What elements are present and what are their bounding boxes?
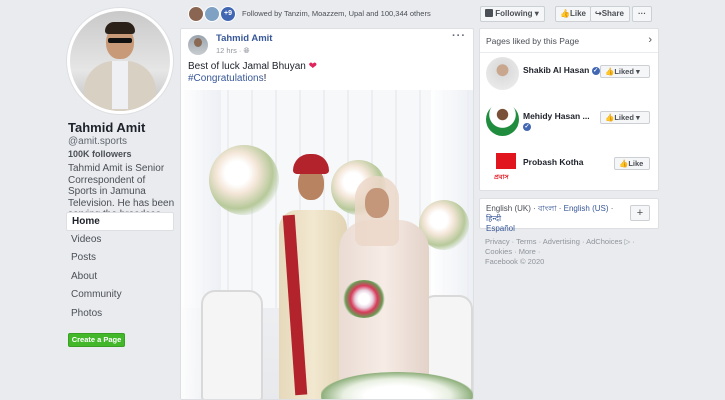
post-author[interactable]: Tahmid Amit (216, 33, 272, 44)
language-hindi[interactable]: हिन्दी (486, 214, 501, 223)
like-label: Like (628, 159, 644, 168)
mehidy-avatar[interactable] (486, 103, 519, 136)
more-friends-badge[interactable]: +9 (220, 6, 236, 22)
liked-page-name-text: Shakib Al Hasan (523, 65, 590, 75)
thumbs-up-icon: 👍 (605, 67, 615, 76)
post-photo[interactable] (181, 90, 473, 399)
language-bangla[interactable]: বাংলা (538, 204, 557, 213)
nav-item-videos[interactable]: Videos (66, 231, 174, 250)
page-action-bar: +9 Followed by Tanzim, Moazzem, Upal and… (180, 0, 660, 28)
liked-button[interactable]: 👍Liked ▾ (600, 111, 650, 124)
followed-by-text[interactable]: Followed by Tanzim, Moazzem, Upal and 10… (242, 9, 431, 18)
verified-icon: ✓ (591, 66, 600, 75)
thumbs-up-icon: 👍 (605, 113, 615, 122)
footer-line-2[interactable]: Cookies · More · (485, 247, 655, 257)
caret-down-icon: ▾ (636, 67, 640, 76)
share-label: Share (601, 9, 624, 18)
page-name[interactable]: Tahmid Amit (68, 120, 145, 135)
page-follow-icon (485, 9, 493, 17)
page-handle: @amit.sports (68, 136, 128, 147)
heart-icon: ❤ (308, 61, 318, 72)
liked-page-name[interactable]: Mehidy Hasan ... ✓ (523, 111, 590, 131)
nav-item-photos[interactable]: Photos (66, 305, 174, 324)
nav-item-posts[interactable]: Posts (66, 249, 174, 268)
globe-icon: 🌐︎ (243, 46, 250, 55)
like-button[interactable]: 👍Like (614, 157, 650, 170)
friend-avatar[interactable] (188, 6, 204, 22)
share-button[interactable]: ↪Share (590, 6, 630, 22)
hashtag-suffix: ! (263, 73, 267, 84)
liked-page-row: Mehidy Hasan ... ✓ 👍Liked ▾ (480, 101, 658, 141)
footer-copyright: Facebook © 2020 (485, 257, 545, 266)
profile-picture[interactable] (67, 8, 173, 114)
post-timestamp[interactable]: 12 hrs · 🌐︎ (216, 46, 250, 56)
post-text: Best of luck Jamal Bhuyan ❤ #Congratulat… (188, 61, 317, 85)
liked-page-name[interactable]: Shakib Al Hasan ✓ (523, 65, 600, 75)
like-label: Like (569, 9, 586, 18)
create-page-button[interactable]: Create a Page (68, 333, 125, 347)
chevron-right-icon[interactable]: › (648, 34, 652, 46)
language-english-us[interactable]: English (US) (564, 204, 609, 213)
liked-page-name[interactable]: Probash Kotha (523, 157, 583, 167)
share-icon: ↪ (595, 9, 602, 18)
liked-page-row: Shakib Al Hasan ✓ 👍Liked ▾ (480, 55, 658, 95)
page-nav: Home Videos Posts About Community Photos (66, 212, 174, 323)
following-label: Following (495, 9, 533, 18)
pages-liked-title: Pages liked by this Page (486, 36, 580, 46)
language-spanish[interactable]: Español (486, 224, 515, 233)
language-card: English (UK) · বাংলা · English (US) · हि… (479, 198, 659, 233)
thumbs-up-icon: 👍 (560, 9, 570, 18)
post-message: Best of luck Jamal Bhuyan (188, 61, 306, 72)
hashtag-link[interactable]: #Congratulations (188, 73, 264, 84)
post-card: Tahmid Amit 12 hrs · 🌐︎ ··· Best of luck… (180, 28, 474, 400)
nav-item-about[interactable]: About (66, 268, 174, 287)
post-options-icon[interactable]: ··· (452, 30, 466, 42)
language-list: English (UK) · বাংলা · English (US) · हि… (486, 204, 626, 234)
verified-icon: ✓ (523, 122, 531, 131)
probash-kotha-logo[interactable]: প্রবাস কথা (486, 149, 519, 182)
liked-label: Liked (614, 113, 634, 122)
caret-down-icon: ▾ (534, 9, 539, 18)
nav-item-home[interactable]: Home (66, 212, 174, 231)
logo-text: প্রবাস কথা (494, 174, 509, 181)
avatar (70, 11, 170, 111)
liked-page-name-text: Mehidy Hasan ... (523, 111, 590, 121)
like-page-button[interactable]: 👍Like (555, 6, 591, 22)
nav-item-community[interactable]: Community (66, 286, 174, 305)
pages-liked-card: Pages liked by this Page › Shakib Al Has… (479, 28, 659, 191)
following-button[interactable]: Following ▾ (480, 6, 545, 22)
friend-avatar[interactable] (204, 6, 220, 22)
language-current: English (UK) (486, 204, 531, 213)
liked-label: Liked (614, 67, 634, 76)
shakib-avatar[interactable] (486, 57, 519, 90)
caret-down-icon: ▾ (636, 113, 640, 122)
pages-liked-header: Pages liked by this Page › (480, 29, 658, 53)
more-options-button[interactable]: ··· (632, 6, 652, 22)
followers-count: 100K followers (68, 149, 132, 159)
footer-links: Privacy · Terms · Advertising · AdChoice… (485, 237, 655, 267)
separator: · (556, 204, 564, 213)
plus-icon[interactable]: + (630, 205, 650, 221)
liked-page-row: প্রবাস কথা Probash Kotha 👍Like (480, 147, 658, 187)
liked-button[interactable]: 👍Liked ▾ (600, 65, 650, 78)
post-author-avatar[interactable] (188, 35, 208, 55)
thumbs-up-icon: 👍 (619, 159, 629, 168)
separator: · (530, 204, 539, 213)
post-time-text: 12 hrs · (216, 46, 242, 55)
footer-line-1[interactable]: Privacy · Terms · Advertising · AdChoice… (485, 237, 655, 247)
separator: · (608, 204, 614, 213)
left-sidebar: Tahmid Amit @amit.sports 100K followers … (0, 0, 180, 400)
